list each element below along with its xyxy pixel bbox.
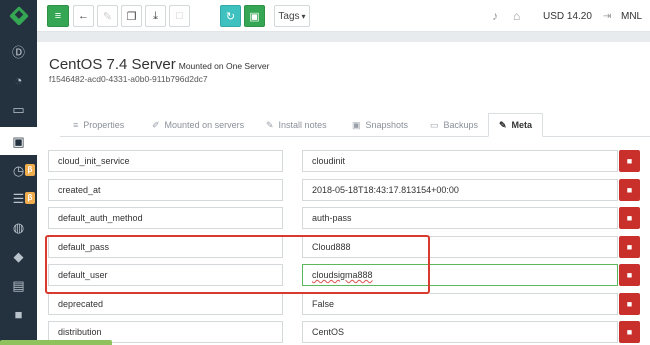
clone-button[interactable]: ❐ bbox=[121, 5, 142, 27]
mount-status: Mounted on One Server bbox=[178, 61, 270, 71]
server-list-icon: ☰ bbox=[12, 190, 25, 206]
refresh-icon: ↻ bbox=[225, 10, 236, 23]
pencil-icon: ✎ bbox=[102, 10, 113, 23]
meta-key-field[interactable]: cloud_init_service bbox=[48, 150, 283, 172]
meta-value-field[interactable]: auth-pass bbox=[302, 207, 618, 229]
drive-icon: ▣ bbox=[12, 133, 25, 149]
bell-icon: ♪ bbox=[492, 9, 498, 23]
menu-icon: ≡ bbox=[54, 10, 62, 22]
status-bar bbox=[0, 340, 112, 345]
main-content: CentOS 7.4 Server Mounted on One Server f… bbox=[37, 42, 650, 345]
tags-dropdown[interactable]: Tags ▾ bbox=[274, 5, 310, 27]
sign-out-icon: ⇥ bbox=[603, 10, 612, 22]
edit-button[interactable]: ✎ bbox=[97, 5, 118, 27]
pencil-icon: ✎ bbox=[499, 119, 507, 130]
menu-button[interactable]: ≡ bbox=[47, 5, 69, 27]
logout-button[interactable]: ⇥ bbox=[603, 0, 611, 32]
delete-meta-button[interactable]: ■ bbox=[619, 236, 640, 258]
trash-icon: ■ bbox=[626, 213, 633, 223]
meta-value-field[interactable]: False bbox=[302, 293, 618, 315]
link-icon: ✐ bbox=[152, 119, 160, 130]
clock-icon: ◷ bbox=[12, 162, 25, 178]
tab-properties[interactable]: ≡ Properties bbox=[73, 113, 124, 137]
sidebar: Ⓓ ◔ ▭ ▣ ◷ β ☰ β ◍ ◆ ▤ ■ bbox=[0, 0, 37, 345]
delete-drive-button[interactable]: □ bbox=[169, 5, 190, 27]
dashboard-icon: Ⓓ bbox=[11, 44, 25, 60]
annotation-highlight-box bbox=[45, 235, 430, 294]
refresh-button[interactable]: ↻ bbox=[220, 5, 241, 27]
camera-icon: ▣ bbox=[352, 119, 361, 130]
tab-backups[interactable]: ▭ Backups bbox=[430, 113, 478, 137]
meta-value-field[interactable]: CentOS bbox=[302, 321, 618, 343]
tab-bar: ≡ Properties ✐ Mounted on servers ✎ Install… bbox=[60, 113, 650, 137]
save-button[interactable]: ▣ bbox=[244, 5, 265, 27]
page-title: CentOS 7.4 Server Mounted on One Server bbox=[49, 56, 269, 73]
tab-meta[interactable]: ✎ Meta bbox=[488, 113, 544, 137]
balance-display[interactable]: USD 14.20 bbox=[543, 0, 592, 32]
delete-meta-button[interactable]: ■ bbox=[619, 264, 640, 286]
toolbar: ≡ ← ✎ ❐ ⤓ □ ↻ ▣ Tags ▾ ♪ ⌂ USD 14.20 ⇥ MN… bbox=[37, 0, 650, 32]
drives-nav[interactable]: ▣ bbox=[0, 127, 37, 155]
dashboard-nav[interactable]: Ⓓ bbox=[0, 38, 37, 66]
trash-icon: ■ bbox=[626, 242, 633, 252]
drive-name: CentOS 7.4 Server bbox=[49, 56, 176, 73]
academy-button[interactable]: ⌂ bbox=[513, 0, 520, 32]
servers-nav[interactable]: ▭ bbox=[0, 95, 37, 123]
pencil-icon: ✎ bbox=[266, 119, 274, 130]
delete-meta-button[interactable]: ■ bbox=[619, 207, 640, 229]
trash-icon: ■ bbox=[626, 327, 633, 337]
meta-value-field[interactable]: cloudinit bbox=[302, 150, 618, 172]
trash-icon: □ bbox=[176, 10, 183, 22]
tab-snapshots[interactable]: ▣ Snapshots bbox=[352, 113, 408, 137]
beta-badge: β bbox=[25, 164, 35, 176]
meta-key-field[interactable]: default_auth_method bbox=[48, 207, 283, 229]
delete-meta-button[interactable]: ■ bbox=[619, 321, 640, 343]
usage-nav[interactable]: ◔ bbox=[0, 66, 37, 94]
drive-icon: ▭ bbox=[430, 119, 439, 130]
cloudsigma-logo-icon[interactable] bbox=[0, 0, 37, 32]
save-icon: ▣ bbox=[249, 10, 260, 23]
meta-value-field[interactable]: 2018-05-18T18:43:17.813154+00:00 bbox=[302, 179, 618, 201]
globe-icon: ◍ bbox=[12, 219, 25, 235]
desktop-icon: ▭ bbox=[12, 101, 25, 117]
meta-key-field[interactable]: deprecated bbox=[48, 293, 283, 315]
toolbar-separator bbox=[37, 32, 650, 42]
security-nav[interactable]: ■ bbox=[0, 300, 37, 328]
tab-mounted-on-servers[interactable]: ✐ Mounted on servers bbox=[152, 113, 244, 137]
chevron-down-icon: ▾ bbox=[301, 11, 306, 21]
notifications-button[interactable]: ♪ bbox=[492, 0, 498, 32]
schedule-nav[interactable]: ◷ β bbox=[0, 156, 37, 184]
billing-nav[interactable]: ▤ bbox=[0, 271, 37, 299]
beta-badge: β bbox=[25, 192, 35, 204]
tags-label: Tags bbox=[278, 10, 300, 22]
location-selector[interactable]: MNL bbox=[621, 0, 642, 32]
clone-icon: ❐ bbox=[126, 10, 137, 23]
billing-icon: ▤ bbox=[12, 277, 25, 293]
tags-nav[interactable]: ◆ bbox=[0, 242, 37, 270]
arrow-left-icon: ← bbox=[78, 10, 89, 22]
trash-icon: ■ bbox=[626, 299, 633, 309]
download-button[interactable]: ⤓ bbox=[145, 5, 166, 27]
drive-uuid: f1546482-acd0-4331-a0b0-911b796d2dc7 bbox=[49, 74, 208, 84]
back-button[interactable]: ← bbox=[73, 5, 94, 27]
meta-key-field[interactable]: created_at bbox=[48, 179, 283, 201]
trash-icon: ■ bbox=[626, 270, 633, 280]
delete-meta-button[interactable]: ■ bbox=[619, 293, 640, 315]
lock-icon: ■ bbox=[14, 306, 23, 322]
download-icon: ⤓ bbox=[153, 9, 158, 22]
tab-install-notes[interactable]: ✎ Install notes bbox=[266, 113, 327, 137]
networking-nav[interactable]: ◍ bbox=[0, 213, 37, 241]
tags-icon: ◆ bbox=[13, 248, 24, 264]
trash-icon: ■ bbox=[626, 185, 633, 195]
balance-text: USD 14.20 bbox=[543, 10, 592, 22]
location-text: MNL bbox=[621, 10, 643, 22]
server-list-nav[interactable]: ☰ β bbox=[0, 184, 37, 212]
gauge-icon: ◔ bbox=[14, 72, 23, 88]
delete-meta-button[interactable]: ■ bbox=[619, 150, 640, 172]
list-icon: ≡ bbox=[73, 120, 79, 130]
trash-icon: ■ bbox=[626, 156, 633, 166]
delete-meta-button[interactable]: ■ bbox=[619, 179, 640, 201]
graduation-cap-icon: ⌂ bbox=[513, 9, 521, 23]
